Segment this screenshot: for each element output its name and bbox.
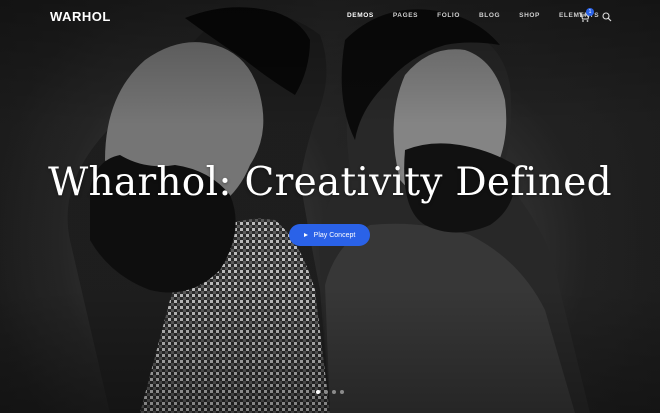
top-navbar: WARHOL DEMOS PAGES FOLIO BLOG SHOP ELEME…: [0, 0, 660, 34]
play-concept-button[interactable]: Play Concept: [289, 224, 370, 246]
cart-count-badge: 1: [586, 8, 594, 16]
slide-dot-1[interactable]: [316, 390, 320, 394]
hero-section: WARHOL DEMOS PAGES FOLIO BLOG SHOP ELEME…: [0, 0, 660, 413]
play-concept-label: Play Concept: [313, 231, 356, 239]
play-icon: [303, 233, 308, 237]
menu-item-demos[interactable]: DEMOS: [347, 12, 374, 19]
menu-item-folio[interactable]: FOLIO: [437, 12, 460, 19]
slide-dot-4[interactable]: [340, 390, 344, 394]
menu-item-pages[interactable]: PAGES: [393, 12, 418, 19]
menu-item-shop[interactable]: SHOP: [519, 12, 540, 19]
hero-title: Wharhol: Creativity Defined: [48, 160, 612, 205]
site-logo[interactable]: WARHOL: [50, 9, 111, 24]
slider-pagination: [316, 390, 344, 394]
search-icon[interactable]: [602, 12, 612, 22]
slide-dot-2[interactable]: [324, 390, 328, 394]
slide-dot-3[interactable]: [332, 390, 336, 394]
hero-overlay: [0, 0, 660, 413]
menu-item-blog[interactable]: BLOG: [479, 12, 500, 19]
